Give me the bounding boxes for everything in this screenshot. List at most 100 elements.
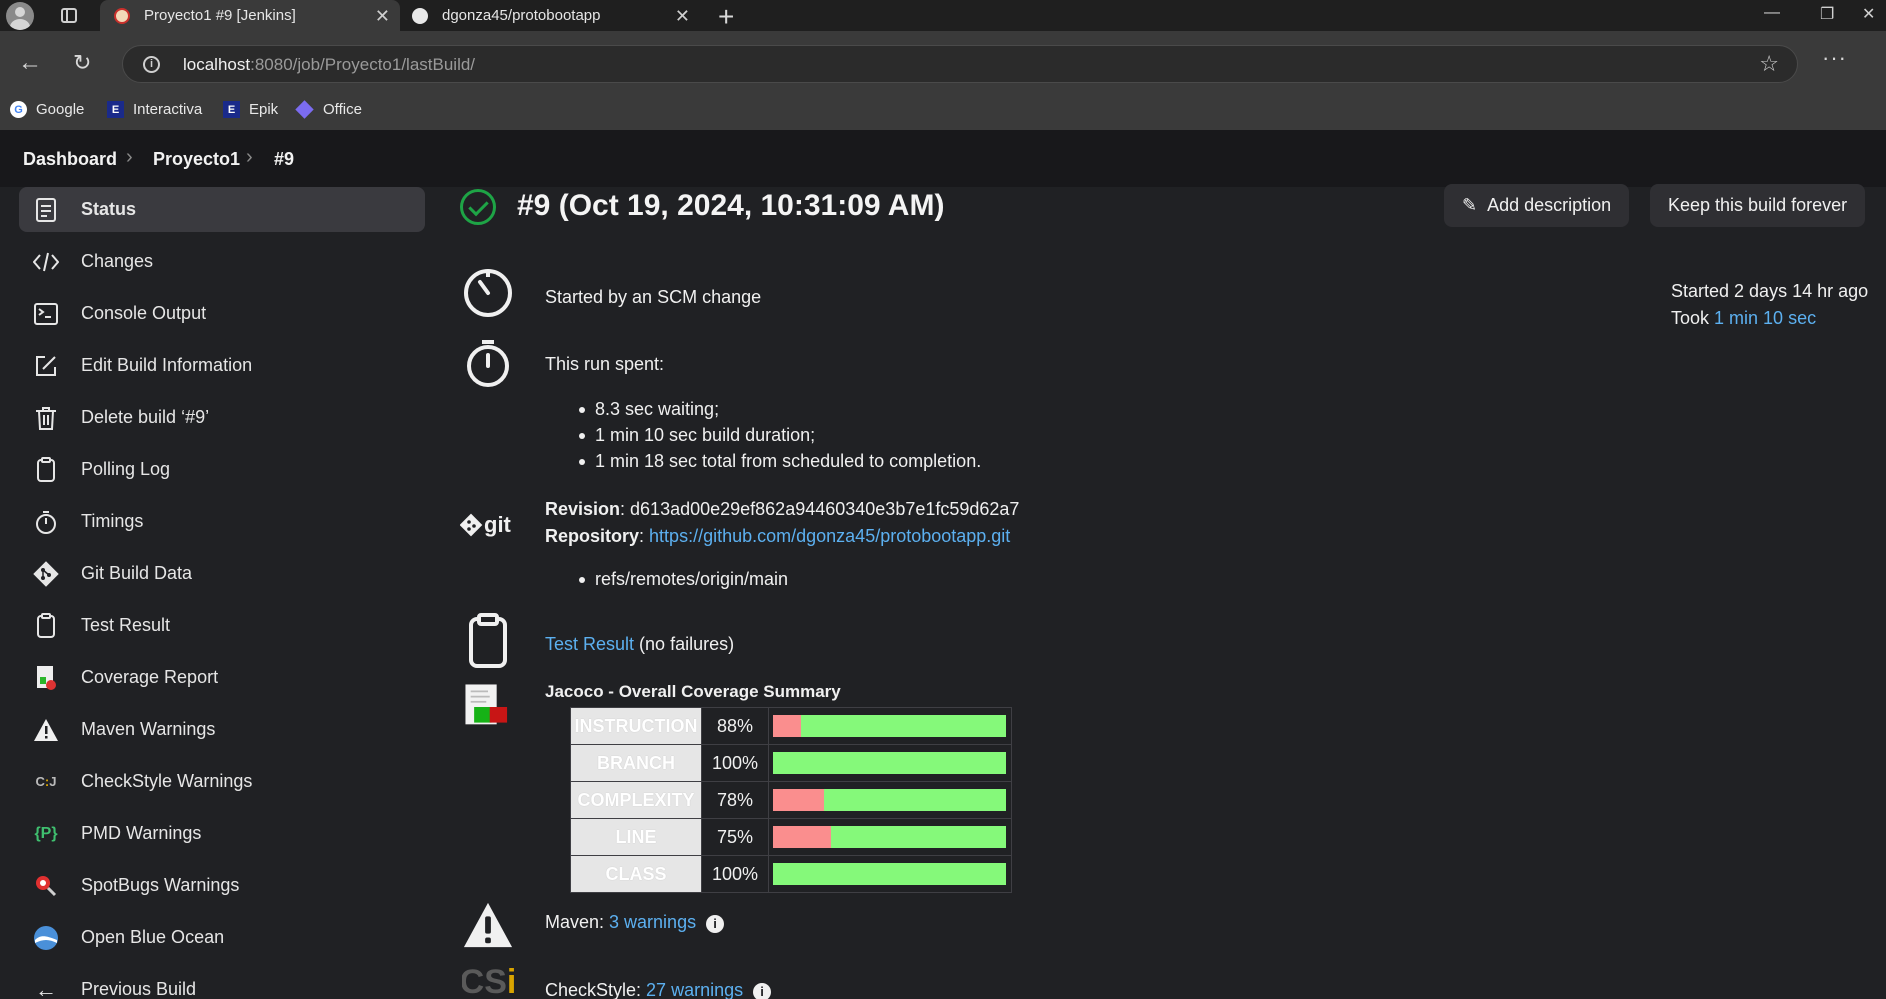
sidebar-item-label: Maven Warnings [81, 719, 216, 739]
github-favicon-icon [412, 7, 428, 24]
browser-tab-bar: Proyecto1 #9 [Jenkins] ✕ dgonza45/protob… [0, 0, 1886, 33]
info-icon[interactable]: i [753, 983, 772, 999]
minimize-icon[interactable]: — [1764, 4, 1780, 22]
took-duration-link[interactable]: 1 min 10 sec [1714, 308, 1816, 328]
tab-actions-icon[interactable] [61, 8, 77, 23]
sidebar-item-changes[interactable]: Changes [19, 239, 425, 284]
sidebar-item-label: Open Blue Ocean [81, 927, 225, 947]
coverage-bar [773, 826, 1006, 848]
arrow-left-icon: ← [35, 976, 57, 999]
sidebar-item-status[interactable]: Status [19, 187, 425, 232]
test-result-text: Test Result (no failures) [545, 634, 735, 654]
new-tab-icon[interactable]: + [718, 1, 734, 33]
close-window-icon[interactable]: ✕ [1862, 4, 1875, 24]
status-icon [32, 196, 60, 224]
coverage-row: INSTRUCTION 88% [570, 707, 1012, 745]
coverage-row: BRANCH 100% [570, 744, 1012, 782]
add-description-button[interactable]: ✎ Add description [1444, 184, 1630, 227]
site-info-icon[interactable]: i [143, 56, 160, 73]
favorite-star-icon[interactable]: ☆ [1759, 51, 1779, 77]
sidebar-item-label: Polling Log [81, 459, 171, 479]
sidebar-item-open-blue-ocean[interactable]: Open Blue Ocean [19, 915, 425, 960]
coverage-bar-cell [768, 744, 1012, 782]
checkstyle-warnings-text: CheckStyle: 27 warnings i [545, 980, 772, 999]
sidebar-item-label: CheckStyle Warnings [81, 771, 253, 791]
restore-icon[interactable]: ❐ [1820, 4, 1834, 24]
maven-warnings-link[interactable]: 3 warnings [609, 912, 696, 932]
sidebar-item-test-result[interactable]: Test Result [19, 603, 425, 648]
bookmark-office[interactable]: Office [295, 100, 362, 119]
coverage-percent: 100% [701, 744, 769, 782]
started-by-scm-link[interactable]: Started by an SCM change [545, 287, 761, 308]
coverage-percent: 100% [701, 855, 769, 893]
coverage-bar [773, 789, 1006, 811]
sidebar-item-console-output[interactable]: Console Output [19, 291, 425, 336]
checkstyle-warnings-link[interactable]: 27 warnings [646, 980, 743, 999]
breadcrumb-proyecto1[interactable]: Proyecto1 [153, 149, 240, 170]
clipboard-icon [32, 456, 60, 484]
sidebar-item-label: Timings [81, 511, 144, 531]
stopwatch-icon [462, 337, 514, 389]
sidebar-item-checkstyle-warnings[interactable]: C:J CheckStyle Warnings [19, 759, 425, 804]
sidebar-item-delete-build[interactable]: Delete build ‘#9’ [19, 395, 425, 440]
sidebar-item-git-build-data[interactable]: Git Build Data [19, 551, 425, 596]
jacoco-summary-title: Jacoco - Overall Coverage Summary [545, 682, 841, 701]
coverage-row: COMPLEXITY 78% [570, 781, 1012, 819]
sidebar-item-maven-warnings[interactable]: Maven Warnings [19, 707, 425, 752]
success-check-icon [460, 189, 496, 225]
pencil-icon: ✎ [1462, 195, 1478, 215]
sidebar-item-pmd-warnings[interactable]: {P} PMD Warnings [19, 811, 425, 856]
sidebar-item-coverage-report[interactable]: Coverage Report [19, 655, 425, 700]
sidebar-item-label: Console Output [81, 303, 207, 323]
keep-build-forever-button[interactable]: Keep this build forever [1650, 184, 1866, 227]
sidebar-item-label: Delete build ‘#9’ [81, 407, 210, 427]
main-content: #9 (Oct 19, 2024, 10:31:09 AM) ✎ Add des… [450, 184, 1886, 999]
coverage-icon [32, 664, 60, 692]
bookmarks-bar: G Google E Interactiva E Epik Office [0, 95, 1886, 130]
url-input[interactable]: i localhost:8080/job/Proyecto1/lastBuild… [122, 45, 1798, 83]
breadcrumb-dashboard[interactable]: Dashboard [23, 149, 117, 170]
coverage-bar-missed [773, 826, 832, 848]
run-spent-label: This run spent: [545, 354, 665, 374]
sidebar-item-label: Test Result [81, 615, 171, 635]
bookmark-epik[interactable]: E Epik [223, 101, 278, 118]
sidebar-item-spotbugs-warnings[interactable]: SpotBugs Warnings [19, 863, 425, 908]
back-arrow-icon[interactable]: ← [18, 49, 42, 77]
sidebar-item-polling-log[interactable]: Polling Log [19, 447, 425, 492]
test-result-link[interactable]: Test Result [545, 634, 634, 654]
blue-ocean-icon [32, 924, 60, 952]
tab-jenkins[interactable]: Proyecto1 #9 [Jenkins] ✕ [100, 0, 400, 31]
close-tab-icon[interactable]: ✕ [675, 6, 690, 27]
office-icon [295, 100, 314, 119]
sidebar-item-timings[interactable]: Timings [19, 499, 425, 544]
git-logo-icon: git [460, 499, 524, 551]
coverage-report-icon [462, 681, 514, 733]
more-menu-icon[interactable]: ··· [1822, 45, 1847, 71]
code-icon [32, 248, 60, 276]
bookmark-interactiva[interactable]: E Interactiva [107, 101, 202, 118]
bookmark-google[interactable]: G Google [10, 101, 84, 118]
sidebar-item-label: PMD Warnings [81, 823, 202, 843]
info-icon[interactable]: i [706, 915, 725, 933]
breadcrumb-build[interactable]: #9 [274, 149, 294, 170]
coverage-metric-label: BRANCH [570, 744, 702, 782]
jenkins-favicon-icon [114, 7, 130, 24]
checkstyle-logo-icon: CSi [462, 967, 514, 999]
terminal-icon [32, 300, 60, 328]
edit-icon [32, 352, 60, 380]
list-item: refs/remotes/origin/main [578, 569, 789, 589]
profile-avatar-icon[interactable] [6, 2, 34, 30]
sidebar-item-label: Git Build Data [81, 563, 193, 583]
epik-icon: E [223, 101, 240, 118]
close-tab-icon[interactable]: ✕ [375, 6, 390, 27]
address-bar: ← ↻ i localhost:8080/job/Proyecto1/lastB… [0, 31, 1886, 95]
tab-github[interactable]: dgonza45/protobootapp ✕ [400, 0, 700, 31]
repository-link[interactable]: https://github.com/dgonza45/protobootapp… [649, 526, 1010, 546]
chevron-right-icon: › [246, 146, 253, 168]
tab-title: Proyecto1 #9 [Jenkins] [144, 7, 296, 24]
reload-icon[interactable]: ↻ [73, 50, 91, 76]
sidebar-item-previous-build[interactable]: ← Previous Build [19, 967, 425, 999]
coverage-metric-label: LINE [570, 818, 702, 856]
sidebar-item-label: Changes [81, 251, 154, 271]
sidebar-item-edit-build-information[interactable]: Edit Build Information [19, 343, 425, 388]
